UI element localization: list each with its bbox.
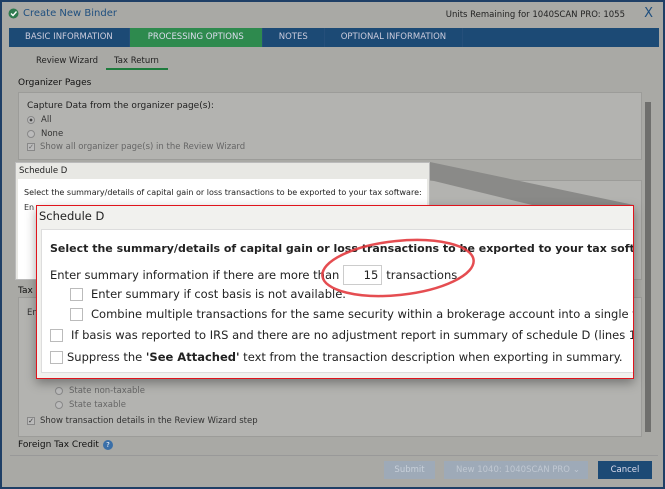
threshold-before: Enter summary information if there are m… xyxy=(50,268,340,282)
callout-title: Schedule D xyxy=(39,209,105,223)
suppress-text-1: Suppress the xyxy=(67,350,146,364)
checkbox-label: Enter summary if cost basis is not avail… xyxy=(91,287,346,301)
checkbox-basis-reported[interactable]: If basis was reported to IRS and there a… xyxy=(50,328,634,342)
checkbox-combine-transactions[interactable]: Combine multiple transactions for the sa… xyxy=(70,307,633,321)
checkbox-label: Combine multiple transactions for the sa… xyxy=(91,307,633,321)
callout-label: Select the summary/details of capital ga… xyxy=(50,242,634,255)
suppress-text-bold: 'See Attached' xyxy=(145,350,240,364)
schedule-d-callout: Schedule D Select the summary/details of… xyxy=(36,205,634,379)
schedule-small-label: Select the summary/details of capital ga… xyxy=(24,188,422,197)
checkbox-icon xyxy=(70,308,83,321)
summary-threshold-row: Enter summary information if there are m… xyxy=(50,265,461,285)
callout-body: Select the summary/details of capital ga… xyxy=(41,229,634,373)
checkbox-suppress-see-attached[interactable]: Suppress the 'See Attached' text from th… xyxy=(50,350,623,364)
suppress-text-2: text from the transaction description wh… xyxy=(239,350,623,364)
checkbox-summary-no-basis[interactable]: Enter summary if cost basis is not avail… xyxy=(70,287,346,301)
checkbox-icon xyxy=(70,288,83,301)
threshold-input[interactable]: 15 xyxy=(343,265,383,285)
checkbox-label: If basis was reported to IRS and there a… xyxy=(71,328,634,342)
checkbox-icon xyxy=(50,351,63,364)
threshold-after: transactions. xyxy=(386,268,461,282)
schedule-small-enter: En xyxy=(24,203,35,212)
checkbox-icon xyxy=(50,329,63,342)
schedule-small-title: Schedule D xyxy=(19,166,68,176)
